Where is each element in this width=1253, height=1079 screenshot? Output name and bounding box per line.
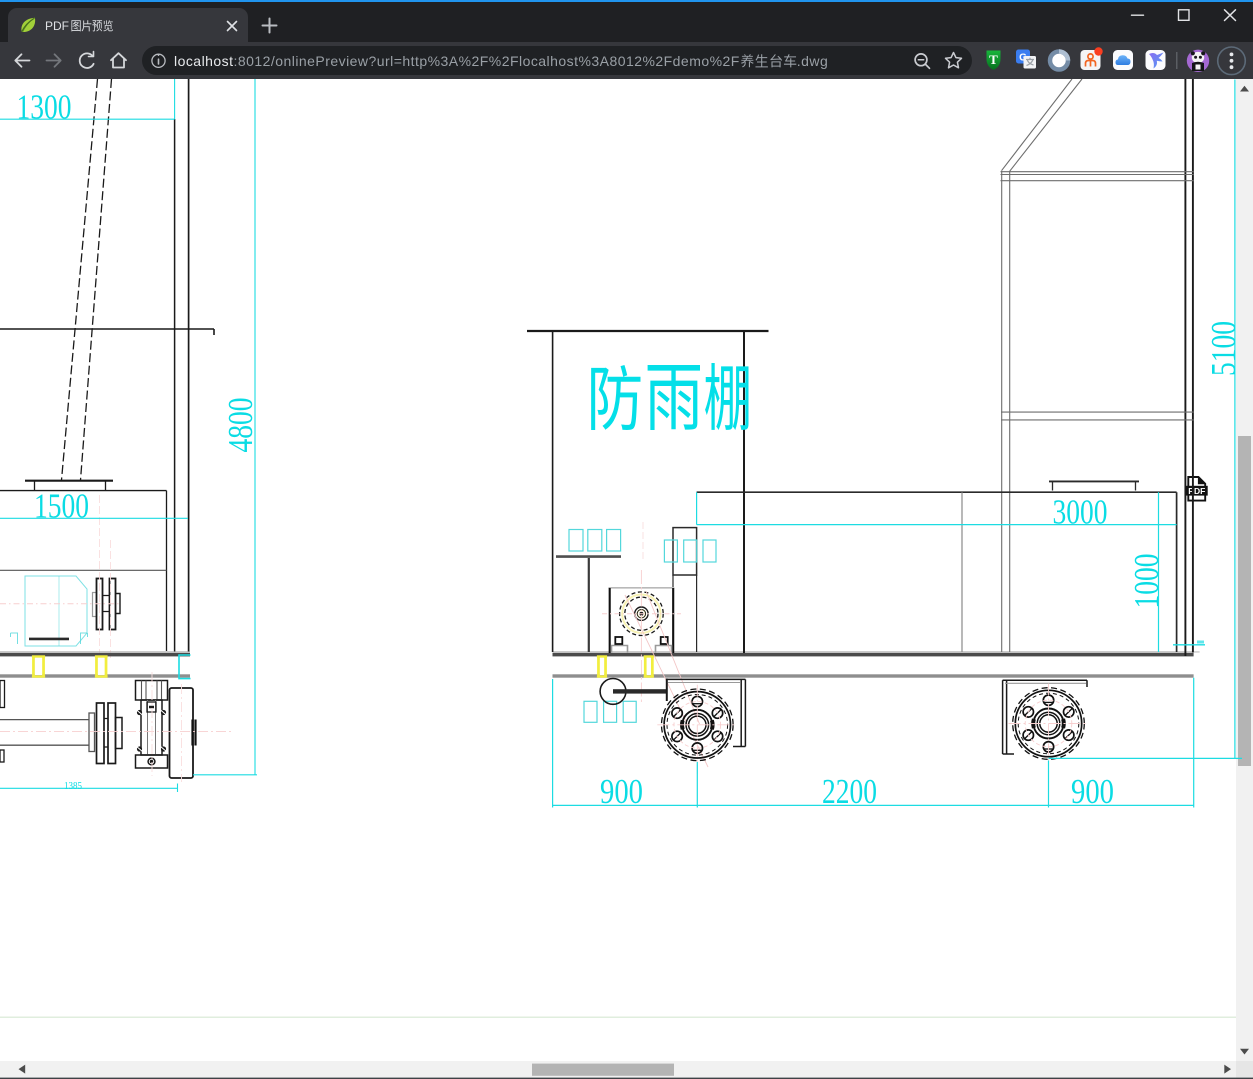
svg-text:5100: 5100	[1204, 321, 1243, 376]
svg-text:2200: 2200	[822, 772, 877, 811]
svg-text:1300: 1300	[17, 87, 72, 126]
svg-text:900: 900	[600, 772, 643, 811]
svg-text:1500: 1500	[34, 486, 89, 525]
svg-text:1385: 1385	[64, 781, 82, 792]
svg-text:900: 900	[1071, 772, 1114, 811]
svg-text:3000: 3000	[1053, 493, 1108, 532]
svg-text:1000: 1000	[1127, 554, 1166, 609]
svg-text:4800: 4800	[221, 398, 260, 453]
svg-text:PDF: PDF	[1188, 486, 1205, 496]
svg-text:T: T	[989, 52, 998, 67]
